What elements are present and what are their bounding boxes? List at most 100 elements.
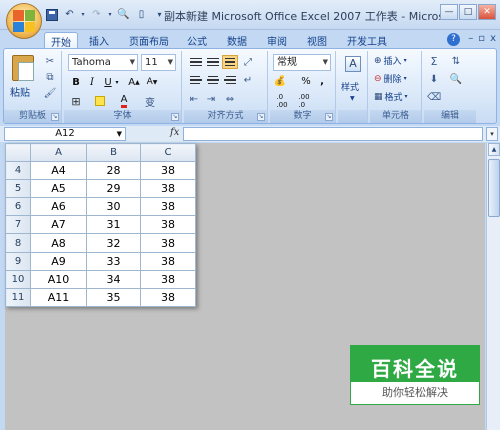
percent-button[interactable]: % — [298, 73, 314, 89]
cell[interactable]: 38 — [140, 197, 196, 217]
cell[interactable]: 31 — [86, 215, 141, 235]
cell[interactable]: 33 — [86, 251, 141, 271]
new-document-button[interactable]: ▯ — [134, 7, 149, 22]
redo-button[interactable]: ↷ — [89, 7, 104, 22]
format-cells-button[interactable]: ▦ 格式 ▾ — [374, 90, 408, 104]
comma-button[interactable]: , — [314, 73, 330, 89]
tab-page-layout[interactable]: 页面布局 — [124, 32, 174, 49]
undo-dropdown[interactable]: ▾ — [80, 7, 86, 22]
accounting-format-icon[interactable]: 💰 — [274, 75, 286, 87]
align-right-icon[interactable] — [222, 73, 238, 87]
cell[interactable]: A10 — [30, 269, 87, 289]
tab-review[interactable]: 审阅 — [262, 32, 292, 49]
scrollbar-thumb[interactable] — [488, 159, 500, 217]
align-top-icon[interactable] — [188, 55, 204, 69]
cell[interactable]: A5 — [30, 179, 87, 199]
merge-center-icon[interactable]: ⇔ — [224, 93, 236, 105]
minimize-button[interactable]: — — [440, 4, 458, 20]
align-center-icon[interactable] — [205, 73, 221, 87]
scroll-up-icon[interactable]: ▲ — [488, 143, 500, 156]
cut-icon[interactable]: ✂ — [44, 55, 56, 67]
help-button[interactable]: ? — [447, 33, 460, 46]
row-header[interactable]: 9 — [5, 251, 31, 271]
orientation-icon[interactable]: ⤢ — [242, 56, 254, 68]
number-launcher-icon[interactable]: ↘ — [325, 113, 333, 121]
maximize-button[interactable]: □ — [459, 4, 477, 20]
row-header[interactable]: 8 — [5, 233, 31, 253]
ribbon-minimize-icon[interactable]: – — [468, 33, 473, 44]
styles-button[interactable]: A 样式 ▼ — [340, 53, 366, 107]
cell[interactable]: 38 — [140, 161, 196, 181]
font-color-button[interactable]: A — [116, 93, 132, 109]
row-header[interactable]: 4 — [5, 161, 31, 181]
delete-cells-button[interactable]: ⊖ 删除 ▾ — [374, 72, 407, 86]
bold-button[interactable]: B — [68, 74, 84, 90]
tab-data[interactable]: 数据 — [222, 32, 252, 49]
column-header-b[interactable]: B — [86, 142, 141, 163]
cell[interactable]: A8 — [30, 233, 87, 253]
office-button[interactable] — [6, 3, 42, 39]
column-header-c[interactable]: C — [140, 142, 196, 163]
vertical-scrollbar[interactable]: ▲ — [486, 143, 500, 430]
row-header[interactable]: 6 — [5, 197, 31, 217]
row-header[interactable]: 10 — [5, 269, 31, 289]
save-button[interactable] — [44, 7, 59, 22]
tab-view[interactable]: 视图 — [302, 32, 332, 49]
borders-icon[interactable]: ⊞ — [68, 93, 84, 109]
tab-developer[interactable]: 开发工具 — [342, 32, 392, 49]
phonetic-guide-button[interactable]: 变 — [142, 93, 158, 109]
font-size-select[interactable]: 11 ▼ — [141, 54, 176, 71]
shrink-font-icon[interactable]: A ▼ — [144, 74, 160, 90]
redo-dropdown[interactable]: ▾ — [107, 7, 113, 22]
align-left-icon[interactable] — [188, 73, 204, 87]
column-header-a[interactable]: A — [30, 142, 87, 163]
font-name-select[interactable]: Tahoma ▼ — [68, 54, 138, 71]
fill-icon[interactable]: ⬇ — [428, 73, 440, 85]
copy-icon[interactable]: ⧉ — [44, 71, 56, 83]
cell[interactable]: 32 — [86, 233, 141, 253]
underline-dropdown[interactable]: ▾ — [114, 74, 120, 90]
select-all-corner[interactable] — [5, 142, 31, 163]
print-preview-button[interactable]: 🔍 — [116, 7, 131, 22]
ribbon-close-icon[interactable]: x — [490, 33, 496, 44]
cell[interactable]: A4 — [30, 161, 87, 181]
fill-color-icon[interactable] — [92, 93, 108, 109]
ribbon-restore-icon[interactable]: ▫ — [478, 33, 485, 44]
tab-home[interactable]: 开始 — [44, 32, 78, 49]
cell[interactable]: 38 — [140, 287, 196, 307]
wrap-text-icon[interactable]: ↵ — [242, 74, 254, 86]
increase-decimal-icon[interactable]: .0.00 — [274, 93, 290, 109]
name-box[interactable]: A12 ▼ — [4, 127, 126, 141]
grow-font-icon[interactable]: A ▲ — [126, 74, 142, 90]
fx-button[interactable]: fx — [170, 127, 179, 138]
row-header[interactable]: 11 — [5, 287, 31, 307]
number-format-select[interactable]: 常规 ▼ — [273, 54, 331, 71]
decrease-indent-icon[interactable]: ⇤ — [188, 93, 200, 105]
cell[interactable]: A6 — [30, 197, 87, 217]
cell[interactable]: 38 — [140, 179, 196, 199]
insert-cells-button[interactable]: ⊕ 插入 ▾ — [374, 54, 407, 68]
cell[interactable]: 38 — [140, 269, 196, 289]
font-launcher-icon[interactable]: ↘ — [171, 113, 179, 121]
paste-button[interactable]: 粘贴 — [4, 51, 42, 107]
close-button[interactable]: ✕ — [478, 4, 496, 20]
find-select-icon[interactable]: 🔍 — [450, 73, 462, 85]
tab-insert[interactable]: 插入 — [84, 32, 114, 49]
cell[interactable]: 34 — [86, 269, 141, 289]
cell[interactable]: 28 — [86, 161, 141, 181]
formula-input[interactable] — [183, 127, 483, 141]
cell[interactable]: 38 — [140, 233, 196, 253]
cell[interactable]: 29 — [86, 179, 141, 199]
cell[interactable]: 35 — [86, 287, 141, 307]
expand-formula-bar-icon[interactable]: ▾ — [486, 127, 498, 141]
cell[interactable]: A9 — [30, 251, 87, 271]
clipboard-launcher-icon[interactable]: ↘ — [51, 113, 59, 121]
cell[interactable]: 30 — [86, 197, 141, 217]
alignment-launcher-icon[interactable]: ↘ — [257, 113, 265, 121]
format-painter-icon[interactable]: 🖌 — [44, 87, 57, 99]
decrease-decimal-icon[interactable]: .00.0 — [296, 93, 312, 109]
tab-formulas[interactable]: 公式 — [182, 32, 212, 49]
cell[interactable]: 38 — [140, 251, 196, 271]
cell[interactable]: A11 — [30, 287, 87, 307]
autosum-icon[interactable]: Σ — [428, 55, 440, 68]
